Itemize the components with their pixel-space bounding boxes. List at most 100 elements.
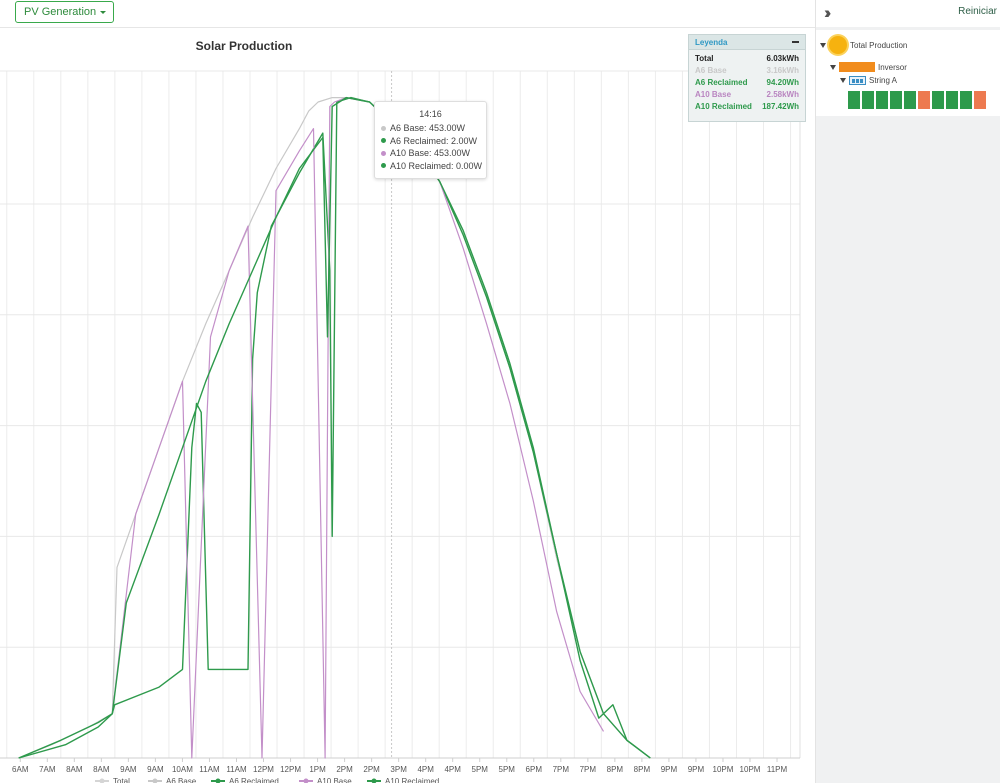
panel-grid	[848, 91, 986, 109]
x-tick-label: 3PM	[390, 765, 407, 774]
solar-panel-tile[interactable]	[848, 91, 860, 109]
x-tick-label: 11PM	[767, 765, 788, 774]
tooltip-row-label: A10 Base: 453.00W	[390, 148, 471, 159]
bottom-legend-label: Total	[113, 777, 130, 783]
x-tick-label: 8AM	[66, 765, 83, 774]
x-tick-label: 7AM	[39, 765, 56, 774]
x-tick-label: 9PM	[688, 765, 705, 774]
x-tick-label: 10AM	[172, 765, 193, 774]
x-tick-label: 7PM	[580, 765, 597, 774]
legend-row[interactable]: Total 6.03kWh	[689, 53, 805, 65]
x-tick-label: 8PM	[634, 765, 651, 774]
series-line	[18, 96, 651, 759]
x-tick-label: 10PM	[740, 765, 761, 774]
legend-row[interactable]: A6 Reclaimed 94.20Wh	[689, 77, 805, 89]
legend-row[interactable]: A6 Base 3.16kWh	[689, 65, 805, 77]
x-tick-label: 4PM	[444, 765, 461, 774]
legend-row-name: A6 Reclaimed	[695, 78, 748, 87]
chart-tooltip: 14:16 A6 Base: 453.00W A6 Reclaimed: 2.00…	[374, 101, 487, 179]
solar-panel-tile[interactable]	[862, 91, 874, 109]
tooltip-time: 14:16	[419, 109, 442, 119]
legend-row-name: A6 Base	[695, 66, 727, 75]
solar-panel-tile[interactable]	[974, 91, 986, 109]
double-chevron-right-icon[interactable]: ››	[824, 4, 832, 21]
sun-icon	[829, 36, 847, 54]
legend-row-value: 3.16kWh	[766, 66, 799, 75]
legend-marker	[303, 778, 309, 783]
legend-marker	[215, 778, 221, 783]
tree-item-total[interactable]: Total Production	[820, 36, 907, 54]
x-tick-label: 2PM	[363, 765, 380, 774]
collapse-icon[interactable]	[792, 41, 799, 43]
solar-panel-tile[interactable]	[932, 91, 944, 109]
x-tick-label: 9AM	[120, 765, 137, 774]
solar-panel-tile[interactable]	[904, 91, 916, 109]
legend-marker	[371, 778, 377, 783]
tooltip-row-label: A6 Base: 453.00W	[390, 123, 466, 134]
tooltip-row: A10 Reclaimed: 0.00W	[375, 160, 486, 173]
x-tick-label: 6PM	[526, 765, 543, 774]
legend-panel: Leyenda Total 6.03kWh A6 Base 3.16kWh A6 Rec…	[688, 34, 806, 122]
series-dot-icon	[381, 163, 386, 169]
reset-button[interactable]: Reiniciar	[958, 6, 997, 17]
legend-marker	[99, 778, 105, 783]
string-icon	[849, 76, 866, 85]
tree-label-inverter: Inversor	[878, 62, 907, 72]
legend-marker	[152, 778, 158, 783]
tooltip-row-label: A10 Reclaimed: 0.00W	[390, 160, 483, 171]
series-dot-icon	[381, 150, 386, 156]
x-tick-label: 11AM	[199, 765, 220, 774]
solar-panel-tile[interactable]	[918, 91, 930, 109]
solar-panel-tile[interactable]	[876, 91, 888, 109]
x-tick-label: 12PM	[280, 765, 301, 774]
solar-panel-tile[interactable]	[960, 91, 972, 109]
bottom-legend-label: A10 Reclaimed	[385, 777, 439, 783]
tree-label-total: Total Production	[850, 40, 908, 50]
bottom-legend-label: A6 Base	[166, 777, 197, 783]
legend-row[interactable]: A10 Reclaimed 187.42Wh	[689, 101, 805, 113]
legend-row-value: 94.20Wh	[766, 78, 799, 87]
x-tick-label: 8PM	[607, 765, 624, 774]
expand-triangle-icon[interactable]	[830, 64, 836, 70]
tooltip-row: A6 Reclaimed: 2.00W	[375, 135, 486, 148]
legend-row-value: 187.42Wh	[762, 102, 799, 111]
sidebar: ›› Reiniciar Total Production Inversor S…	[815, 0, 1000, 783]
x-tick-label: 5PM	[472, 765, 489, 774]
x-tick-label: 6AM	[12, 765, 29, 774]
x-tick-label: 9PM	[661, 765, 678, 774]
legend-row-value: 6.03kWh	[766, 54, 799, 63]
x-tick-label: 1PM	[309, 765, 326, 774]
tree-label-string: String A	[869, 76, 898, 85]
x-tick-label: 10PM	[713, 765, 734, 774]
x-tick-label: 2PM	[336, 765, 353, 774]
x-tick-label: 9AM	[147, 765, 164, 774]
legend-row[interactable]: A10 Base 2.58kWh	[689, 89, 805, 101]
expand-triangle-icon[interactable]	[820, 42, 826, 48]
legend-row-name: A10 Base	[695, 90, 732, 99]
expand-triangle-icon[interactable]	[840, 78, 846, 83]
tooltip-row-label: A6 Reclaimed: 2.00W	[390, 135, 478, 146]
solar-panel-tile[interactable]	[946, 91, 958, 109]
bottom-legend-label: A6 Reclaimed	[229, 777, 279, 783]
series-dot-icon	[381, 138, 386, 144]
tooltip-row: A10 Base: 453.00W	[375, 147, 486, 160]
x-tick-label: 12PM	[253, 765, 274, 774]
series-line	[18, 97, 651, 759]
solar-panel-tile[interactable]	[890, 91, 902, 109]
x-tick-label: 7PM	[553, 765, 570, 774]
x-tick-label: 5PM	[499, 765, 516, 774]
legend-title: Leyenda	[695, 37, 728, 47]
inverter-icon	[839, 62, 875, 72]
series-dot-icon	[381, 125, 386, 131]
bottom-legend-label: A10 Base	[317, 777, 352, 783]
device-tree: Total Production Inversor String A	[816, 30, 1000, 116]
sidebar-header: ›› Reiniciar	[816, 0, 1000, 27]
x-tick-label: 4PM	[417, 765, 434, 774]
tree-item-string[interactable]: String A	[840, 76, 897, 85]
legend-header: Leyenda	[689, 35, 805, 50]
legend-row-value: 2.58kWh	[766, 90, 799, 99]
tree-item-inverter[interactable]: Inversor	[830, 62, 907, 72]
x-tick-label: 8AM	[93, 765, 110, 774]
x-tick-label: 11AM	[226, 765, 247, 774]
series-line	[18, 96, 651, 759]
